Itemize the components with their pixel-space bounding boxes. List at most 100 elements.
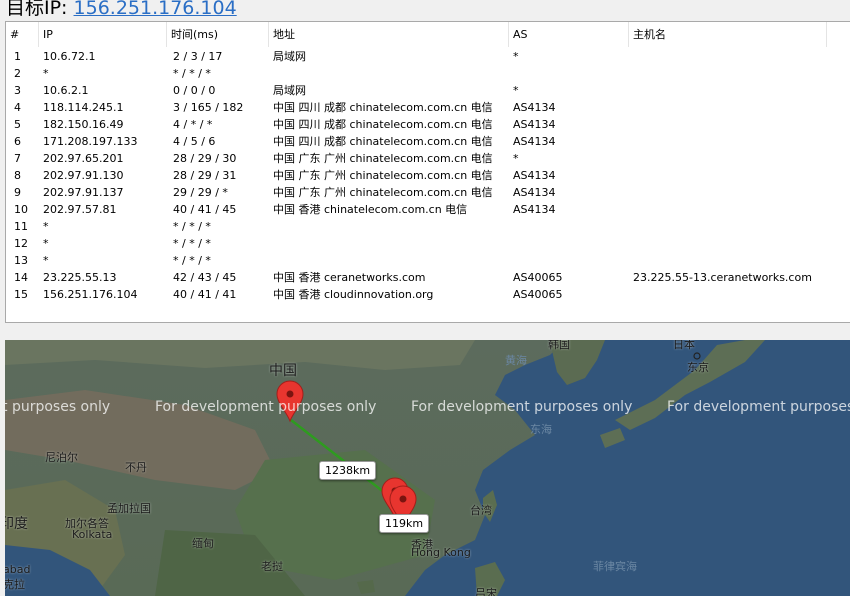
table-header: # IP 时间(ms) 地址 AS 主机名: [6, 22, 850, 47]
map-label-japan: 日本: [673, 340, 695, 351]
column-header-hostname[interactable]: 主机名: [629, 22, 827, 47]
cell-address: 中国 广东 广州 chinatelecom.com.cn 电信: [273, 169, 493, 182]
cell-as: *: [513, 84, 519, 97]
table-row[interactable]: 6 171.208.197.133 4 / 5 / 6 中国 四川 成都 chinat…: [6, 133, 850, 150]
cell-as: AS40065: [513, 271, 563, 284]
cell-address: 中国 四川 成都 chinatelecom.com.cn 电信: [273, 101, 493, 114]
cell-number: 6: [14, 135, 21, 148]
cell-ip: 202.97.57.81: [43, 203, 117, 216]
cell-as: AS4134: [513, 169, 556, 182]
cell-number: 13: [14, 254, 28, 267]
cell-time: 40 / 41 / 41: [173, 288, 237, 301]
map-label-nepal: 尼泊尔: [45, 451, 78, 464]
column-header-ip[interactable]: IP: [39, 22, 167, 47]
map-label-bhutan: 不丹: [125, 461, 147, 474]
distance-label: 119km: [379, 514, 430, 533]
cell-number: 11: [14, 220, 28, 233]
cell-number: 15: [14, 288, 28, 301]
cell-ip: 171.208.197.133: [43, 135, 138, 148]
cell-number: 12: [14, 237, 28, 250]
cell-address: 中国 香港 ceranetworks.com: [273, 271, 426, 284]
cell-ip: 23.225.55.13: [43, 271, 117, 284]
cell-time: 28 / 29 / 30: [173, 152, 237, 165]
cell-address: 中国 广东 广州 chinatelecom.com.cn 电信: [273, 152, 493, 165]
cell-number: 5: [14, 118, 21, 131]
table-row[interactable]: 1 10.6.72.1 2 / 3 / 17 局域网 *: [6, 48, 850, 65]
cell-address: 中国 四川 成都 chinatelecom.com.cn 电信: [273, 118, 493, 131]
map-label-philippine-sea: 菲律宾海: [593, 560, 637, 573]
cell-time: * / * / *: [173, 254, 211, 267]
cell-ip: *: [43, 237, 49, 250]
cell-as: AS4134: [513, 203, 556, 216]
map-label-luzon: 吕宋: [475, 587, 497, 596]
cell-ip: *: [43, 220, 49, 233]
map-label-laos: 老挝: [261, 560, 283, 573]
cell-time: 29 / 29 / *: [173, 186, 228, 199]
table-row[interactable]: 11 * * / * / *: [6, 218, 850, 235]
table-row[interactable]: 13 * * / * / *: [6, 252, 850, 269]
table-row[interactable]: 15 156.251.176.104 40 / 41 / 41 中国 香港 cloud…: [6, 286, 850, 303]
cell-as: *: [513, 152, 519, 165]
table-row[interactable]: 7 202.97.65.201 28 / 29 / 30 中国 广东 广州 china…: [6, 150, 850, 167]
map-label-india: 印度: [5, 516, 28, 532]
cell-time: * / * / *: [173, 220, 211, 233]
cell-time: 42 / 43 / 45: [173, 271, 237, 284]
cell-time: * / * / *: [173, 67, 211, 80]
watermark-text: t purposes only: [5, 399, 111, 415]
cell-address: 局域网: [273, 50, 306, 63]
cell-time: 0 / 0 / 0: [173, 84, 216, 97]
cell-as: AS4134: [513, 135, 556, 148]
cell-time: 4 / 5 / 6: [173, 135, 216, 148]
target-ip-link[interactable]: 156.251.176.104: [74, 0, 237, 19]
table-row[interactable]: 14 23.225.55.13 42 / 43 / 45 中国 香港 ceranetw…: [6, 269, 850, 286]
cell-number: 7: [14, 152, 21, 165]
cell-number: 10: [14, 203, 28, 216]
cell-ip: 10.6.2.1: [43, 84, 89, 97]
cell-number: 3: [14, 84, 21, 97]
cell-time: 3 / 165 / 182: [173, 101, 244, 114]
cell-as: *: [513, 50, 519, 63]
target-ip-label: 目标IP:: [6, 0, 68, 19]
column-header-time[interactable]: 时间(ms): [167, 22, 269, 47]
map-label-bottom-left: 克拉: [5, 578, 25, 591]
cell-ip: 202.97.91.130: [43, 169, 124, 182]
route-map[interactable]: t purposes only For development purposes…: [5, 340, 850, 596]
table-row[interactable]: 4 118.114.245.1 3 / 165 / 182 中国 四川 成都 chin…: [6, 99, 850, 116]
table-row[interactable]: 8 202.97.91.130 28 / 29 / 31 中国 广东 广州 china…: [6, 167, 850, 184]
cell-ip: 202.97.91.137: [43, 186, 124, 199]
table-row[interactable]: 5 182.150.16.49 4 / * / * 中国 四川 成都 chinatel…: [6, 116, 850, 133]
cell-ip: 118.114.245.1: [43, 101, 124, 114]
cell-as: AS4134: [513, 186, 556, 199]
cell-number: 1: [14, 50, 21, 63]
map-label-china: 中国: [269, 363, 297, 379]
column-header-number[interactable]: #: [6, 22, 39, 47]
map-label-kolkata-en: Kolkata: [72, 528, 113, 541]
cell-number: 14: [14, 271, 28, 284]
table-row[interactable]: 9 202.97.91.137 29 / 29 / * 中国 广东 广州 chinat…: [6, 184, 850, 201]
cell-address: 中国 广东 广州 chinatelecom.com.cn 电信: [273, 186, 493, 199]
map-label-bangladesh: 孟加拉国: [107, 502, 151, 515]
cell-time: 40 / 41 / 45: [173, 203, 237, 216]
table-row[interactable]: 10 202.97.57.81 40 / 41 / 45 中国 香港 chinatel…: [6, 201, 850, 218]
map-label-taiwan: 台湾: [470, 504, 492, 517]
watermark-text: For development purposes only: [155, 399, 377, 415]
table-row[interactable]: 3 10.6.2.1 0 / 0 / 0 局域网 *: [6, 82, 850, 99]
cell-address: 中国 香港 chinatelecom.com.cn 电信: [273, 203, 468, 216]
cell-address: 局域网: [273, 84, 306, 97]
cell-ip: *: [43, 254, 49, 267]
column-header-as[interactable]: AS: [509, 22, 629, 47]
column-header-address[interactable]: 地址: [269, 22, 509, 47]
table-row[interactable]: 2 * * / * / *: [6, 65, 850, 82]
map-label-yellow-sea: 黄海: [505, 354, 527, 367]
map-label-korea: 韩国: [548, 340, 570, 351]
watermark-text: For development purposes c: [667, 399, 850, 415]
map-label-east-sea: 东海: [530, 423, 552, 436]
traceroute-table: # IP 时间(ms) 地址 AS 主机名 1 10.6.72.1 2 / 3 / …: [5, 21, 850, 323]
cell-ip: *: [43, 67, 49, 80]
cell-ip: 156.251.176.104: [43, 288, 138, 301]
cell-time: 4 / * / *: [173, 118, 213, 131]
map-label-myanmar: 缅甸: [192, 537, 214, 550]
cell-address: 中国 香港 cloudinnovation.org: [273, 288, 434, 301]
cell-as: AS40065: [513, 288, 563, 301]
table-row[interactable]: 12 * * / * / *: [6, 235, 850, 252]
